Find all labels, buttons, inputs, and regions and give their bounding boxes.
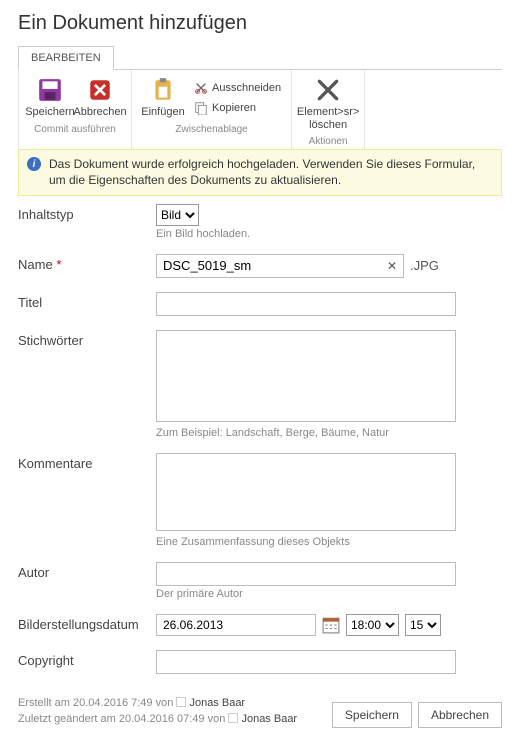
title-label: Titel [18, 292, 156, 310]
datepicker-icon[interactable] [322, 616, 340, 634]
keywords-label: Stichwörter [18, 330, 156, 348]
notice-bar: i Das Dokument wurde erfolgreich hochgel… [18, 149, 502, 195]
ribbon-tabbar: BEARBEITEN [18, 45, 502, 70]
clear-name-icon[interactable]: ✕ [387, 259, 397, 273]
author-field[interactable] [156, 562, 456, 586]
modified-user: Jonas Baar [241, 713, 297, 725]
cut-button[interactable]: Ausschneiden [190, 79, 285, 97]
delete-button[interactable]: Element>sr> löschen [298, 74, 358, 134]
title-field[interactable] [156, 292, 456, 316]
comments-field[interactable] [156, 453, 456, 531]
delete-label: Element>sr> löschen [297, 106, 359, 131]
save-button[interactable]: Speichern [25, 74, 75, 122]
cut-icon [194, 81, 208, 95]
name-field[interactable] [163, 258, 387, 273]
info-icon: i [27, 157, 41, 171]
contenttype-help: Ein Bild hochladen. [156, 228, 502, 240]
created-prefix: Erstellt am 20.04.2016 7:49 von [18, 697, 173, 709]
ribbon: Speichern Abbrechen Commit ausführen Ein… [18, 70, 502, 149]
comments-help: Eine Zusammenfassung dieses Objekts [156, 536, 502, 548]
imagedate-field[interactable] [156, 614, 316, 636]
name-extension: .JPG [410, 258, 439, 273]
footer: Erstellt am 20.04.2016 7:49 von Jonas Ba… [18, 688, 502, 742]
delete-icon [315, 77, 341, 103]
ribbon-group-clipboard: Einfügen Ausschneiden Kopieren Zwischena… [132, 70, 292, 149]
created-user: Jonas Baar [189, 697, 245, 709]
ribbon-group-actions: Element>sr> löschen Aktionen [292, 70, 365, 149]
keywords-field[interactable] [156, 330, 456, 422]
minute-select[interactable]: 15 [405, 614, 441, 636]
copy-label: Kopieren [212, 102, 256, 114]
group-actions-label: Aktionen [298, 134, 358, 147]
cut-label: Ausschneiden [212, 82, 281, 94]
copy-button[interactable]: Kopieren [190, 99, 285, 117]
tab-edit[interactable]: BEARBEITEN [18, 46, 114, 70]
avatar-icon [176, 697, 186, 707]
paste-button[interactable]: Einfügen [138, 74, 188, 122]
copy-icon [194, 101, 208, 115]
meta-text: Erstellt am 20.04.2016 7:49 von Jonas Ba… [18, 696, 297, 728]
paste-icon [150, 77, 176, 103]
modified-prefix: Zuletzt geändert am 20.04.2016 07:49 von [18, 713, 225, 725]
keywords-help: Zum Beispiel: Landschaft, Berge, Bäume, … [156, 427, 502, 439]
hour-select[interactable]: 18:00 [346, 614, 399, 636]
save-icon [37, 77, 63, 103]
page-title: Ein Dokument hinzufügen [0, 0, 520, 45]
cancel-button[interactable]: Abbrechen [75, 74, 125, 122]
group-clipboard-label: Zwischenablage [138, 122, 285, 135]
contenttype-select[interactable]: Bild [156, 204, 199, 226]
cancel-label: Abbrechen [73, 106, 126, 119]
form: Inhaltstyp Bild Ein Bild hochladen. Name… [18, 196, 502, 674]
paste-label: Einfügen [141, 106, 184, 119]
copyright-field[interactable] [156, 650, 456, 674]
group-commit-label: Commit ausführen [25, 122, 125, 135]
comments-label: Kommentare [18, 453, 156, 471]
author-label: Autor [18, 562, 156, 580]
name-label: Name [18, 257, 53, 272]
required-star: * [56, 257, 61, 272]
save-label: Speichern [25, 106, 75, 119]
imagedate-label: Bilderstellungsdatum [18, 614, 156, 632]
author-help: Der primäre Autor [156, 588, 502, 600]
name-field-wrap: ✕ [156, 254, 404, 278]
ribbon-group-commit: Speichern Abbrechen Commit ausführen [19, 70, 132, 149]
cancel-icon [87, 77, 113, 103]
copyright-label: Copyright [18, 650, 156, 668]
contenttype-label: Inhaltstyp [18, 204, 156, 222]
notice-text: Das Dokument wurde erfolgreich hochgelad… [49, 156, 493, 188]
avatar-icon [228, 713, 238, 723]
